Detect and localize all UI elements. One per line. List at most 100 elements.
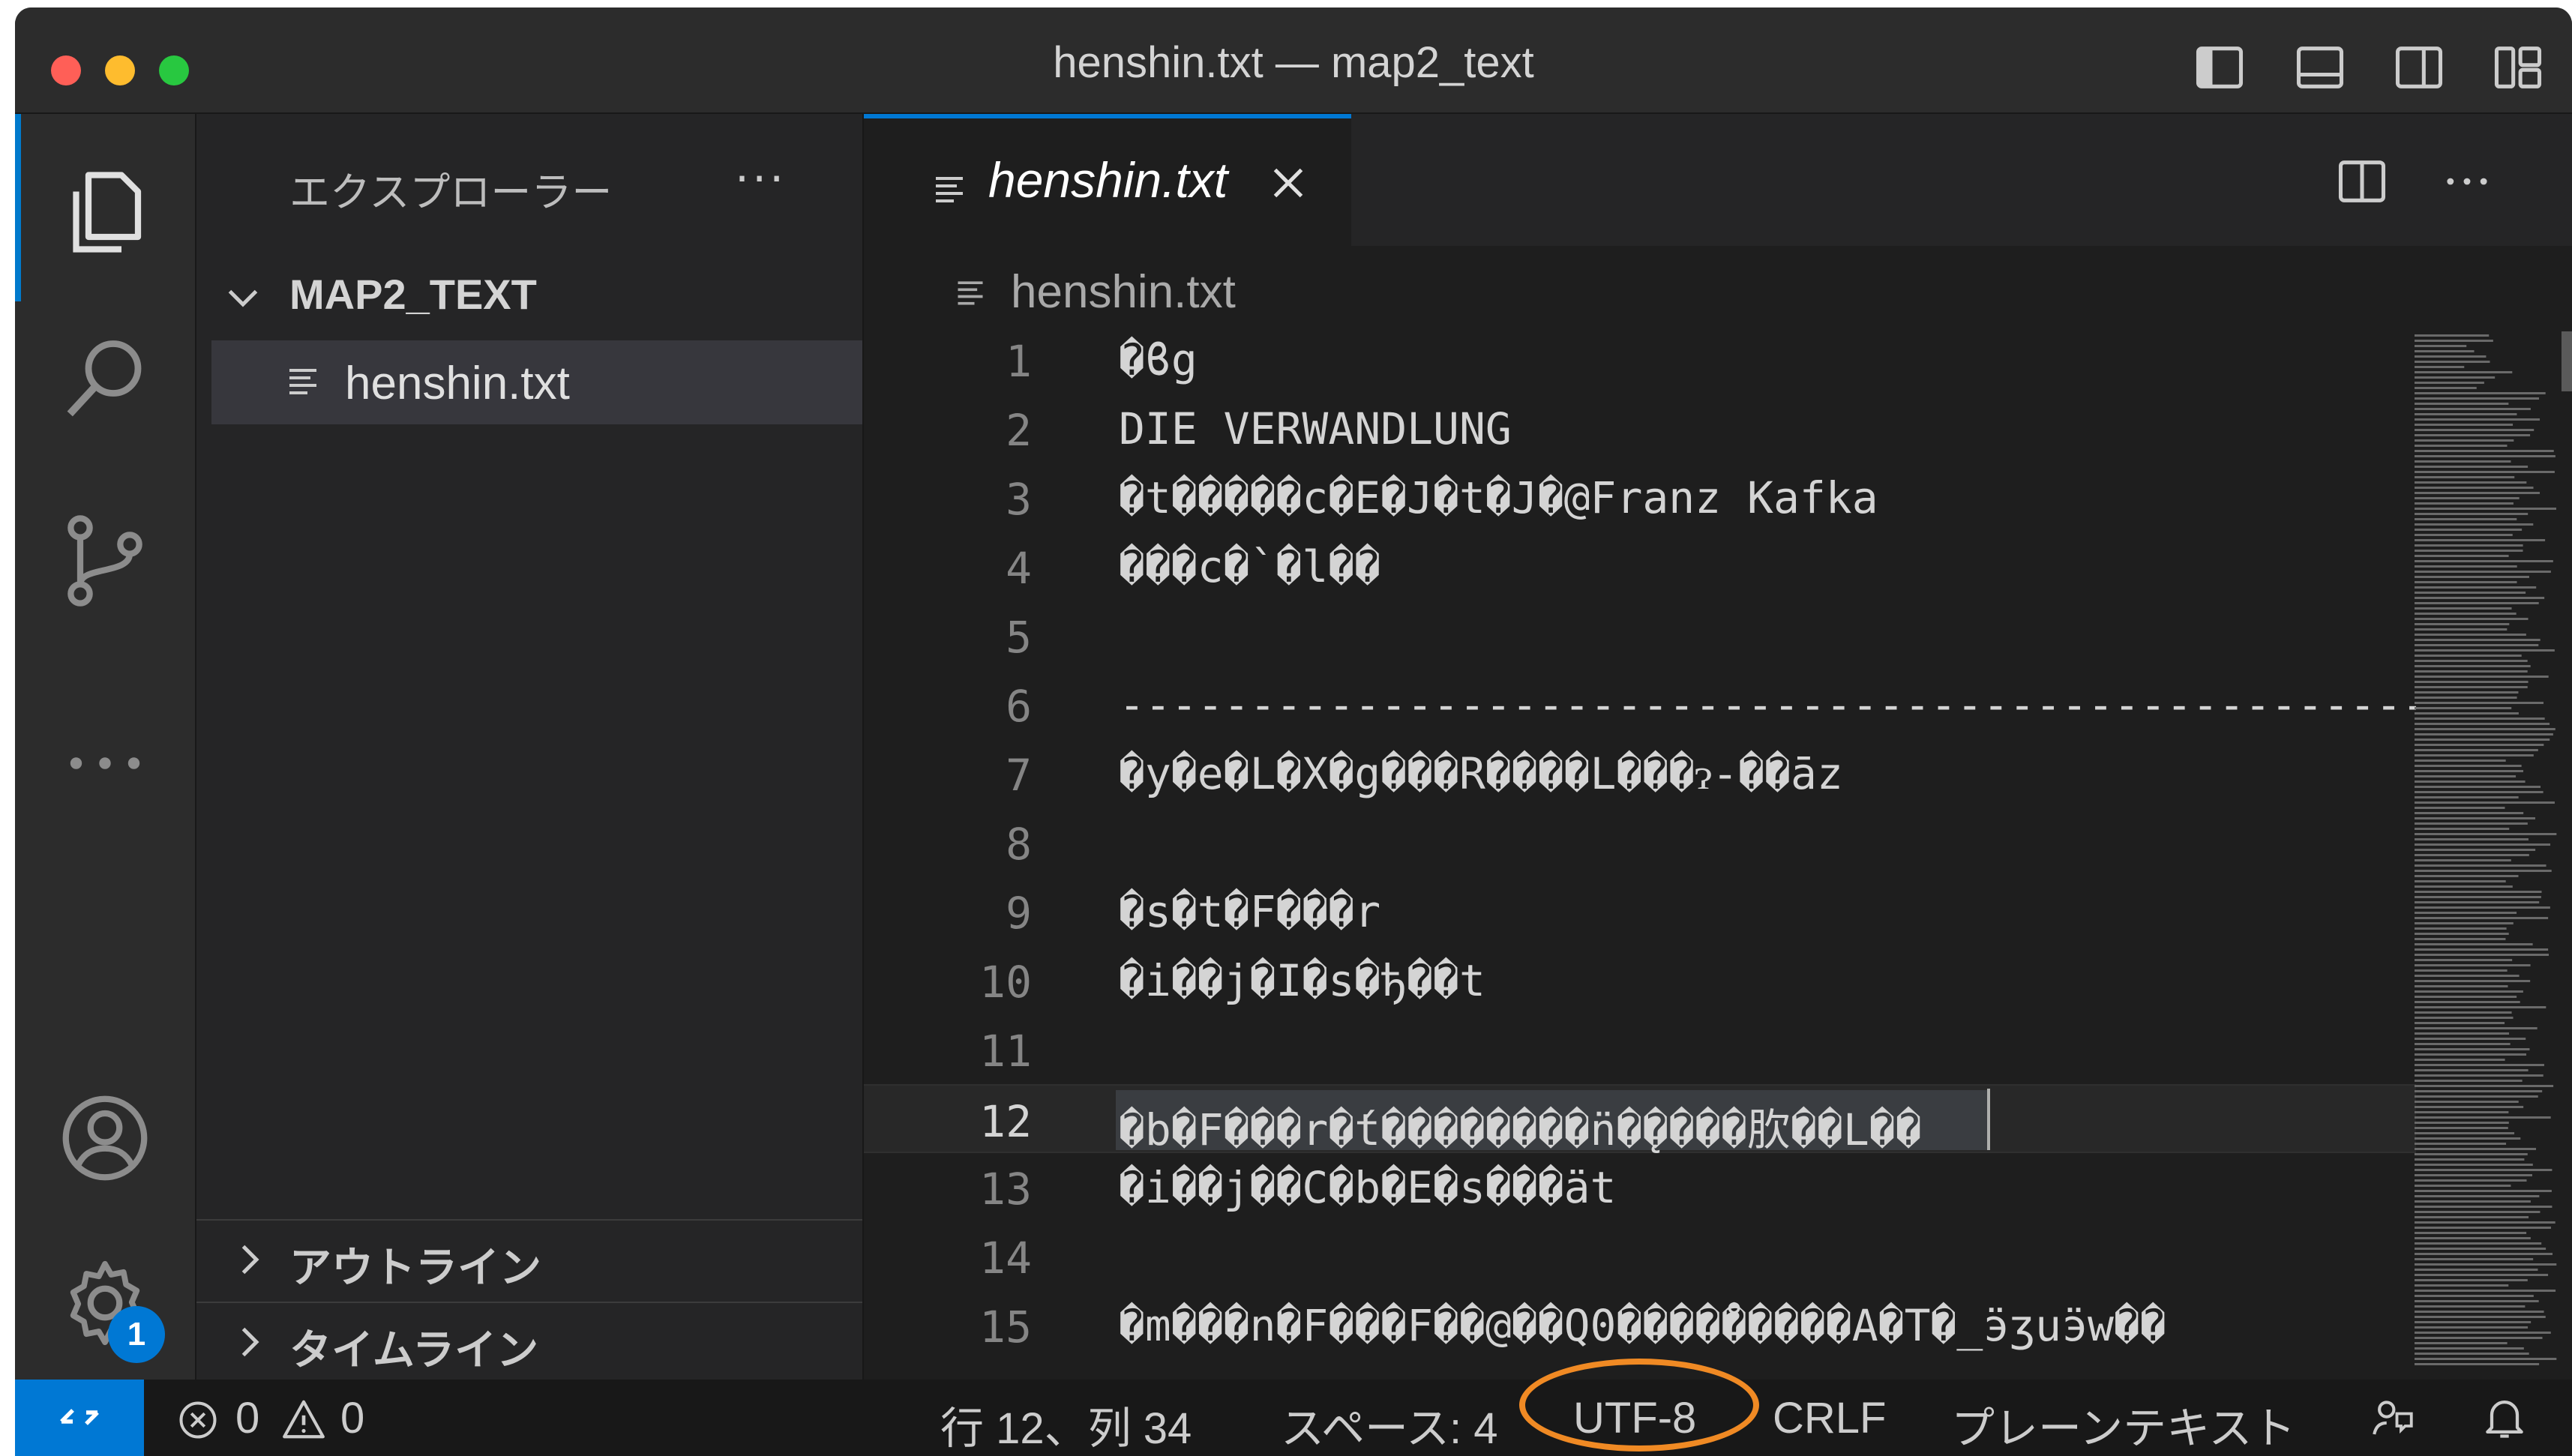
source-control-view-button[interactable] — [15, 481, 195, 631]
minimap-line — [2415, 1237, 2531, 1239]
minimap-line — [2415, 943, 2533, 945]
minimap-line — [2415, 964, 2531, 966]
line-text: �i��j��C�b�E�s���ät — [1119, 1162, 1617, 1213]
minimap-line — [2415, 891, 2542, 893]
code-line[interactable]: 8 — [864, 808, 2416, 877]
minimap-line — [2415, 733, 2553, 735]
minimap-line — [2415, 780, 2526, 783]
minimap-line — [2415, 576, 2529, 578]
tab-henshin[interactable]: henshin.txt — [864, 114, 1351, 246]
code-line[interactable]: 3 �t�����c�E�J�t�J�@Franz Kafka — [864, 463, 2416, 532]
minimap-line — [2415, 1143, 2507, 1145]
code-line[interactable]: 1 �ϐg — [864, 325, 2416, 394]
code-line[interactable]: 9 �s�t�F���r — [864, 877, 2416, 946]
minimap-line — [2415, 607, 2512, 610]
line-text: ���c�`�l�� — [1119, 541, 1381, 592]
code-line[interactable]: 2 DIE VERWANDLUNG — [864, 394, 2416, 463]
minimap-line — [2415, 1148, 2537, 1150]
chevron-down-icon — [228, 289, 258, 307]
explorer-view-button[interactable] — [15, 133, 195, 283]
split-editor-icon[interactable] — [2334, 153, 2391, 210]
minimap-line — [2415, 718, 2545, 720]
minimap-line — [2415, 1011, 2512, 1014]
text-file-icon — [936, 177, 963, 202]
minimap-line — [2415, 649, 2555, 652]
timeline-panel-header[interactable]: タイムライン — [196, 1302, 862, 1384]
chevron-right-icon — [241, 1245, 259, 1275]
status-bar: 0 0 行 12、列 34 スペース: 4 UTF-8 CRLF プレーンテキス… — [15, 1380, 2572, 1456]
toggle-secondary-sidebar-icon[interactable] — [2391, 39, 2448, 96]
accounts-button[interactable] — [15, 1059, 195, 1209]
minimap-line — [2415, 1111, 2509, 1113]
minimap-line — [2415, 618, 2529, 620]
line-text: �t�����c�E�J�t�J�@Franz Kafka — [1119, 472, 1878, 523]
minimap-line — [2415, 975, 2520, 977]
minimap-line — [2415, 885, 2513, 888]
minimap-line — [2415, 429, 2535, 431]
more-actions-icon[interactable] — [2439, 153, 2496, 210]
language-mode-selector[interactable]: プレーンテキスト — [1951, 1393, 2295, 1456]
minimap-line — [2415, 1321, 2532, 1323]
bell-icon[interactable] — [2479, 1392, 2530, 1443]
indentation-setting[interactable]: スペース: 4 — [1281, 1393, 1498, 1456]
minimap-line — [2415, 791, 2544, 793]
minimap-line — [2415, 676, 2549, 678]
search-view-button[interactable] — [15, 301, 195, 451]
source-control-icon — [67, 515, 142, 607]
remote-indicator[interactable] — [15, 1380, 144, 1456]
outline-panel-header[interactable]: アウトライン — [196, 1219, 862, 1302]
minimap-line — [2415, 382, 2484, 384]
minimap-line — [2415, 366, 2465, 368]
minimap-line — [2415, 1032, 2510, 1035]
manage-button[interactable]: 1 — [15, 1224, 195, 1374]
code-line[interactable]: 11 — [864, 1015, 2416, 1084]
more-views-button[interactable] — [15, 684, 195, 834]
vertical-scrollbar[interactable] — [2562, 331, 2572, 391]
minimap-line — [2415, 728, 2556, 730]
code-line[interactable]: 14 — [864, 1222, 2416, 1291]
minimap-line — [2415, 1242, 2542, 1245]
code-line[interactable]: 15 �m���n�F���F��@��Q0����̊�����A�T�_ӭʒuӭ… — [864, 1291, 2416, 1360]
minimap-line — [2415, 1132, 2515, 1134]
explorer-more-actions[interactable]: ··· — [735, 153, 787, 205]
workspace-folder-header[interactable]: MAP2_TEXT — [196, 261, 862, 328]
minimap-line — [2415, 387, 2477, 389]
minimap-line — [2415, 985, 2508, 987]
minimap-line — [2415, 817, 2536, 819]
code-line[interactable]: 7 �y�e�L�X�g���R����L���ɂ-��āz — [864, 739, 2416, 808]
minimap-line — [2415, 770, 2524, 772]
customize-layout-icon[interactable] — [2490, 39, 2547, 96]
chevron-right-icon — [241, 1327, 259, 1357]
file-tree-item[interactable]: henshin.txt — [211, 340, 862, 424]
minimap-line — [2415, 345, 2467, 347]
toggle-panel-icon[interactable] — [2292, 39, 2349, 96]
line-text: �m���n�F���F��@��Q0����̊�����A�T�_ӭʒuӭw�… — [1119, 1300, 2166, 1351]
minimap-line — [2415, 697, 2517, 699]
minimap-line — [2415, 1295, 2534, 1297]
cursor-position[interactable]: 行 12、列 34 — [940, 1393, 1192, 1456]
code-lines[interactable]: 1 �ϐg 2 DIE VERWANDLUNG 3 �t�����c�E�J�t�J�@F… — [864, 325, 2416, 1375]
minimap-line — [2415, 487, 2534, 489]
minimap-line — [2415, 1006, 2547, 1008]
code-line[interactable]: 10 �i��j�I�s�ђ��t — [864, 946, 2416, 1015]
minimap-line — [2415, 471, 2555, 473]
close-icon[interactable] — [1266, 160, 1311, 205]
minimap-line — [2415, 670, 2528, 673]
code-line[interactable]: 12 �b�F���r�́t��������̈n�̨����肷��L�� — [864, 1084, 2416, 1155]
code-line[interactable]: 13 �i��j��C�b�E�s���ät — [864, 1153, 2416, 1222]
error-icon — [179, 1401, 217, 1439]
line-number: 6 — [1006, 681, 1032, 732]
code-line[interactable]: 6 ---------------------------------------… — [864, 670, 2416, 739]
code-line[interactable]: 5 — [864, 601, 2416, 670]
minimap[interactable] — [2412, 331, 2562, 1374]
minimap-line — [2415, 565, 2517, 568]
minimap-line — [2415, 896, 2541, 898]
minimap-line — [2415, 586, 2537, 589]
feedback-icon[interactable] — [2368, 1393, 2418, 1443]
eol-selector[interactable]: CRLF — [1773, 1393, 1886, 1443]
minimap-line — [2415, 1347, 2524, 1350]
toggle-primary-sidebar-icon[interactable] — [2191, 39, 2248, 96]
minimap-line — [2415, 1174, 2532, 1176]
minimap-line — [2415, 1122, 2509, 1124]
code-line[interactable]: 4 ���c�`�l�� — [864, 532, 2416, 601]
